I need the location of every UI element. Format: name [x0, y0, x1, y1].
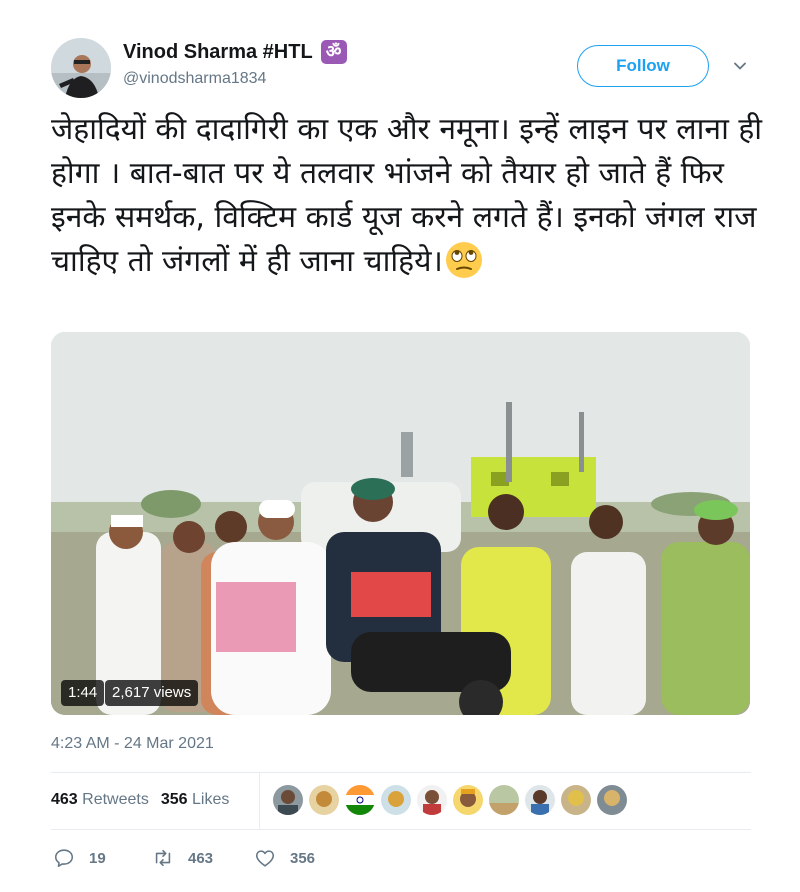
follow-button[interactable]: Follow [577, 45, 709, 87]
retweet-action[interactable]: 463 [152, 847, 213, 869]
liker-avatar[interactable] [345, 785, 375, 815]
video-views-badge: 2,617 views [105, 680, 199, 706]
tweet-card: Vinod Sharma #HTL ॐ @vinodsharma1834 Fol… [0, 0, 800, 892]
liker-avatar[interactable] [309, 785, 339, 815]
liker-avatar[interactable] [561, 785, 591, 815]
stats-separator [259, 773, 260, 829]
divider [51, 829, 751, 830]
like-action[interactable]: 356 [254, 847, 315, 869]
display-name-text: Vinod Sharma #HTL [123, 40, 313, 63]
liker-avatar[interactable] [489, 785, 519, 815]
tweet-text: जेहादियों की दादागिरी का एक और नमूना। इन… [51, 108, 763, 284]
heart-icon [255, 850, 275, 867]
user-handle[interactable]: @vinodsharma1834 [123, 70, 266, 88]
liker-avatar[interactable] [597, 785, 627, 815]
liker-avatars [273, 785, 627, 815]
tweet-text-body: जेहादियों की दादागिरी का एक और नमूना। इन… [51, 112, 763, 279]
liker-avatar[interactable] [417, 785, 447, 815]
display-name[interactable]: Vinod Sharma #HTL ॐ [123, 40, 347, 64]
retweets-count: 463 [51, 791, 78, 808]
video-player[interactable] [51, 332, 750, 715]
divider [51, 772, 751, 773]
avatar[interactable] [51, 38, 111, 98]
tweet-timestamp[interactable]: 4:23 AM - 24 Mar 2021 [51, 735, 214, 753]
likes-label: Likes [192, 791, 230, 808]
retweet-icon [155, 849, 171, 867]
like-count: 356 [290, 849, 316, 867]
liker-avatar[interactable] [273, 785, 303, 815]
retweets-stat[interactable]: 463 Retweets [51, 791, 149, 809]
video-thumbnail [51, 332, 750, 715]
reply-icon [54, 849, 74, 868]
reply-action[interactable]: 19 [53, 847, 106, 869]
rolling-eyes-emoji-icon [445, 242, 482, 278]
om-badge-icon: ॐ [320, 40, 347, 64]
likes-stat[interactable]: 356 Likes [161, 791, 230, 809]
retweets-label: Retweets [82, 791, 149, 808]
engagement-stats: 463 Retweets 356 Likes [51, 791, 229, 809]
retweet-count: 463 [188, 849, 214, 867]
video-duration-badge: 1:44 [61, 680, 105, 706]
liker-avatar[interactable] [525, 785, 555, 815]
reply-count: 19 [89, 849, 106, 867]
likes-count: 356 [160, 791, 188, 808]
liker-avatar[interactable] [381, 785, 411, 815]
chevron-down-icon[interactable] [732, 58, 748, 74]
liker-avatar[interactable] [453, 785, 483, 815]
